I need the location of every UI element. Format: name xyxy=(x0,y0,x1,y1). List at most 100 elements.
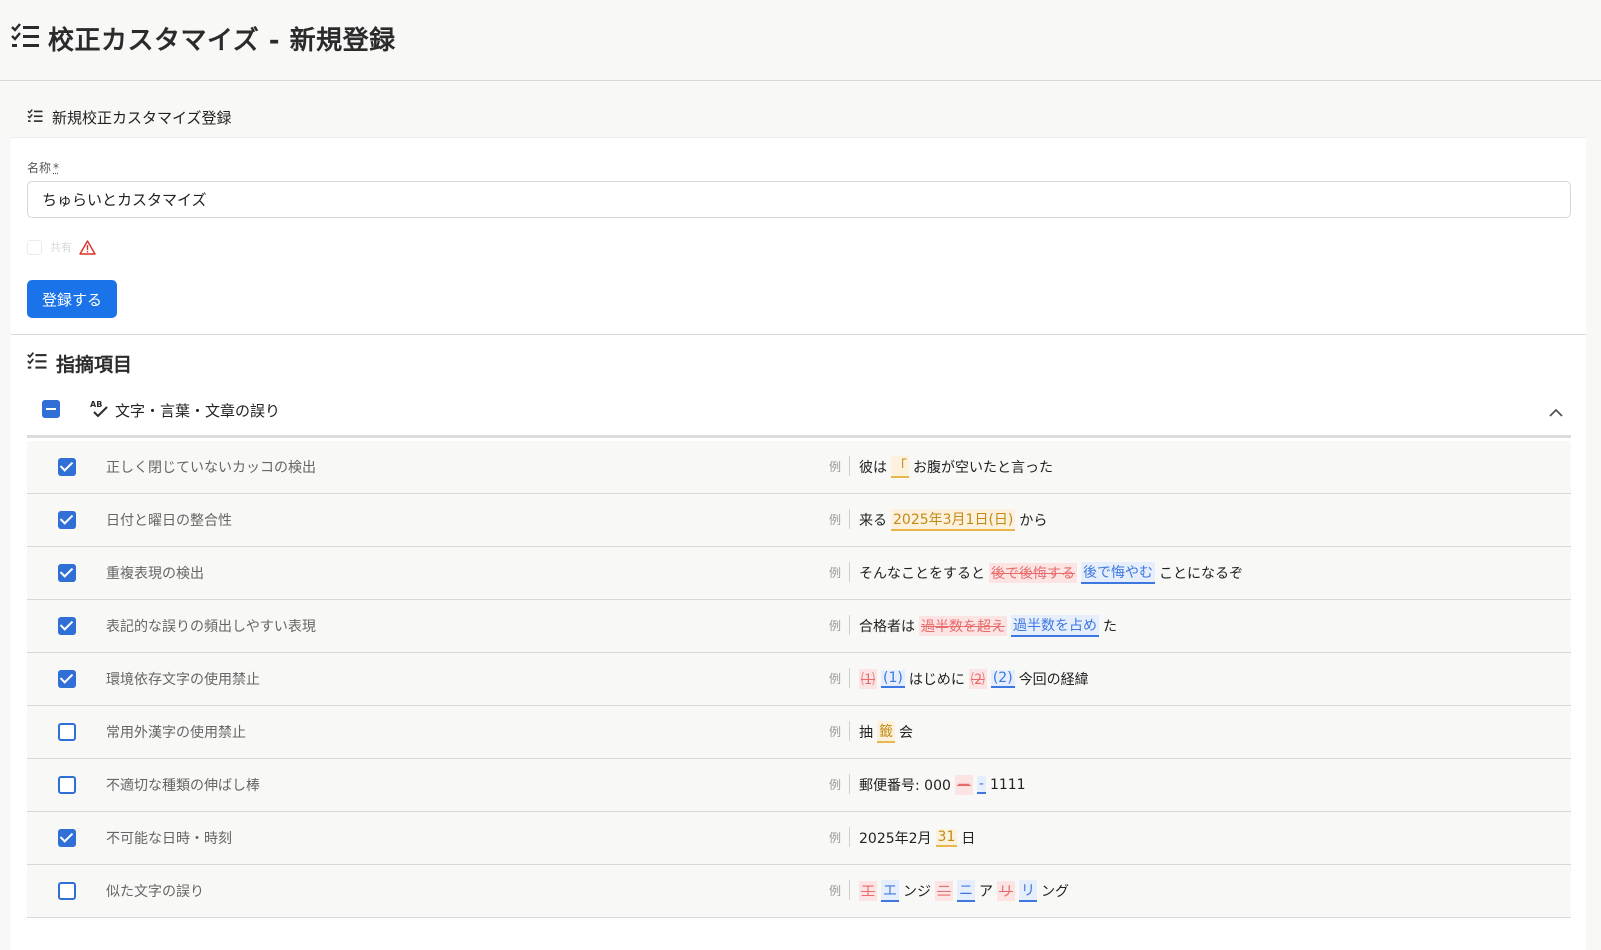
item-label: 似た文字の誤り xyxy=(106,884,204,900)
registration-card: 新規校正カスタマイズ登録 名称* 共有 登録する xyxy=(11,98,1586,950)
highlight-deleted: ⑴ xyxy=(859,669,877,689)
example-segment: 来る xyxy=(859,513,887,529)
category-header[interactable]: AB 文字・言葉・文章の誤り xyxy=(27,388,1571,438)
item-label: 不適切な種類の伸ばし棒 xyxy=(106,778,260,794)
example-segment: そんなことをすると xyxy=(859,566,985,582)
highlight-deleted: リ xyxy=(997,881,1015,901)
section-title-text: 指摘項目 xyxy=(56,353,133,376)
example-label: 例 xyxy=(829,460,842,474)
item-checkbox-checked[interactable] xyxy=(58,564,76,582)
example-segment: お腹が空いたと言った xyxy=(913,460,1053,476)
example-separator xyxy=(849,774,850,794)
example-segment: 合格者は xyxy=(859,619,915,635)
example-label: 例 xyxy=(829,778,842,792)
checklist-icon xyxy=(11,23,41,53)
highlight-warning: 「 xyxy=(891,456,909,478)
checklist-icon xyxy=(27,108,44,127)
share-option: 共有 xyxy=(27,237,96,257)
item-row: 正しく閉じていないカッコの検出 例 彼は「お腹が空いたと言った xyxy=(27,441,1571,494)
highlight-suggestion: (2) xyxy=(990,670,1015,688)
example-label: 例 xyxy=(829,619,842,633)
item-row: 環境依存文字の使用禁止 例 ⑴ (1) はじめに ⑵ (2) 今回の経緯 xyxy=(27,653,1571,706)
top-bar: 校正カスタマイズ - 新規登録 xyxy=(0,0,1601,81)
example-separator xyxy=(849,509,850,529)
highlight-warning: 31 xyxy=(935,829,958,847)
highlight-deleted: 工 xyxy=(859,881,877,901)
highlight-warning: 籤 xyxy=(877,721,895,743)
example-segment: はじめに xyxy=(908,672,965,688)
example-separator xyxy=(849,456,850,476)
required-mark: * xyxy=(53,161,60,175)
example-label: 例 xyxy=(829,884,842,898)
name-input[interactable] xyxy=(27,181,1571,218)
item-row: 不可能な日時・時刻 例 2025年2月 31 日 xyxy=(27,812,1571,865)
example-text: 彼は「お腹が空いたと言った xyxy=(859,455,1053,479)
example-separator xyxy=(849,827,850,847)
item-label: 重複表現の検出 xyxy=(106,566,204,582)
item-row: 重複表現の検出 例 そんなことをすると 後で後悔する 後で悔やむ ことになるぞ xyxy=(27,547,1571,600)
example-segment: から xyxy=(1019,513,1048,529)
item-checkbox-checked[interactable] xyxy=(58,511,76,529)
example-segment: ング xyxy=(1041,884,1069,900)
item-checkbox-checked[interactable] xyxy=(58,617,76,635)
chevron-up-icon[interactable] xyxy=(1549,402,1563,421)
checklist-icon xyxy=(27,352,48,374)
item-label: 環境依存文字の使用禁止 xyxy=(106,672,260,688)
example-segment: 会 xyxy=(899,725,913,741)
example-segment: 抽 xyxy=(859,725,873,741)
category-checkbox-indeterminate[interactable] xyxy=(42,400,60,418)
highlight-suggestion: リ xyxy=(1019,880,1037,902)
card-header-title: 新規校正カスタマイズ登録 xyxy=(52,109,232,127)
highlight-deleted: 過半数を超え xyxy=(919,616,1007,636)
example-separator xyxy=(849,721,850,741)
highlight-deleted: 二 xyxy=(935,881,953,901)
item-checkbox-unchecked[interactable] xyxy=(58,882,76,900)
example-segment: 1111 xyxy=(989,777,1026,793)
name-field-label: 名称 * xyxy=(27,159,59,176)
highlight-suggestion: (1) xyxy=(881,670,905,688)
name-label-text: 名称 xyxy=(27,161,52,175)
example-segment: ンジ xyxy=(903,884,931,900)
example-label: 例 xyxy=(829,672,842,686)
highlight-warning: 2025年3月1日(日) xyxy=(891,509,1016,531)
item-row: 似た文字の誤り例工エンジ二ニアリリング xyxy=(27,865,1571,918)
item-row: 不適切な種類の伸ばし棒 例 郵便番号: 000 ー -1111 xyxy=(27,759,1571,812)
highlight-deleted: ⑵ xyxy=(968,669,987,689)
example-label: 例 xyxy=(829,513,842,527)
highlight-suggestion: エ xyxy=(881,880,899,902)
share-label: 共有 xyxy=(50,241,72,254)
example-text: そんなことをすると 後で後悔する 後で悔やむ ことになるぞ xyxy=(859,561,1243,585)
page-title-text: 校正カスタマイズ - 新規登録 xyxy=(48,25,396,56)
share-checkbox[interactable] xyxy=(27,239,42,255)
item-checkbox-unchecked[interactable] xyxy=(58,776,76,794)
category-label: 文字・言葉・文章の誤り xyxy=(115,402,281,420)
item-checkbox-checked[interactable] xyxy=(58,458,76,476)
item-label: 不可能な日時・時刻 xyxy=(106,831,232,847)
spellcheck-icon: AB xyxy=(89,399,109,423)
item-label: 正しく閉じていないカッコの検出 xyxy=(106,460,316,476)
item-list: 正しく閉じていないカッコの検出例彼は「お腹が空いたと言った 日付と曜日の整合性例来… xyxy=(27,441,1571,918)
item-checkbox-unchecked[interactable] xyxy=(58,723,76,741)
example-segment: ア xyxy=(979,884,993,900)
example-text: ⑴ (1) はじめに ⑵ (2) 今回の経緯 xyxy=(859,667,1089,691)
example-text: 2025年2月 31 日 xyxy=(859,826,975,850)
example-text: 合格者は 過半数を超え 過半数を占めた xyxy=(859,614,1117,638)
example-segment: 郵便番号: 000 xyxy=(859,778,951,794)
highlight-deleted: 後で後悔する xyxy=(989,563,1077,583)
card-header: 新規校正カスタマイズ登録 xyxy=(11,98,1586,138)
highlight-suggestion: 後で悔やむ xyxy=(1081,562,1155,584)
divider xyxy=(11,334,1586,335)
highlight-deleted: ー xyxy=(954,775,973,795)
example-text: 郵便番号: 000 ー -1111 xyxy=(859,773,1026,797)
register-button[interactable]: 登録する xyxy=(27,280,117,318)
item-row: 日付と曜日の整合性 例 来る 2025年3月1日(日) から xyxy=(27,494,1571,547)
page-title: 校正カスタマイズ - 新規登録 xyxy=(11,20,396,56)
example-segment: 2025年2月 xyxy=(859,831,932,847)
warning-icon[interactable] xyxy=(79,239,96,255)
item-checkbox-checked[interactable] xyxy=(58,670,76,688)
item-checkbox-checked[interactable] xyxy=(58,829,76,847)
example-text: 工エンジ二ニアリリング xyxy=(859,879,1069,903)
example-segment: 日 xyxy=(961,831,976,847)
highlight-suggestion: ニ xyxy=(957,880,975,902)
example-segment: 彼は xyxy=(859,460,887,476)
